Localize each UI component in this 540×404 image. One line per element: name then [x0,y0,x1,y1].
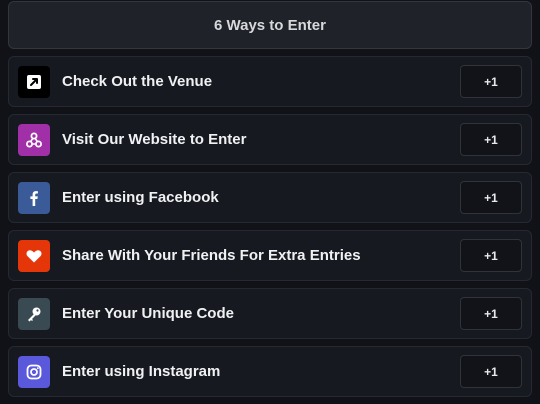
entry-visit-website[interactable]: Visit Our Website to Enter +1 [8,114,532,165]
entry-label: Share With Your Friends For Extra Entrie… [62,247,361,264]
entry-label: Enter using Facebook [62,189,219,206]
entry-share-friends[interactable]: Share With Your Friends For Extra Entrie… [8,230,532,281]
entry-label: Check Out the Venue [62,73,213,90]
entry-label: Visit Our Website to Enter [62,131,247,148]
entry-points-button[interactable]: +1 [460,181,522,214]
entry-points-button[interactable]: +1 [460,65,522,98]
entry-check-out-venue[interactable]: Check Out the Venue +1 [8,56,532,107]
entry-points-button[interactable]: +1 [460,355,522,388]
entry-methods-header: 6 Ways to Enter [8,1,532,49]
entry-label: Enter Your Unique Code [62,305,234,322]
entry-points-button[interactable]: +1 [460,239,522,272]
heart-icon [18,240,50,272]
webhook-icon [18,124,50,156]
entry-points-button[interactable]: +1 [460,297,522,330]
instagram-icon [18,356,50,388]
external-link-icon [18,66,50,98]
entry-facebook[interactable]: Enter using Facebook +1 [8,172,532,223]
entry-unique-code[interactable]: Enter Your Unique Code +1 [8,288,532,339]
key-icon [18,298,50,330]
entry-instagram[interactable]: Enter using Instagram +1 [8,346,532,397]
facebook-icon [18,182,50,214]
entry-label: Enter using Instagram [62,363,221,380]
entry-widget: 6 Ways to Enter Check Out the Venue +1 V… [0,0,540,404]
entry-points-button[interactable]: +1 [460,123,522,156]
